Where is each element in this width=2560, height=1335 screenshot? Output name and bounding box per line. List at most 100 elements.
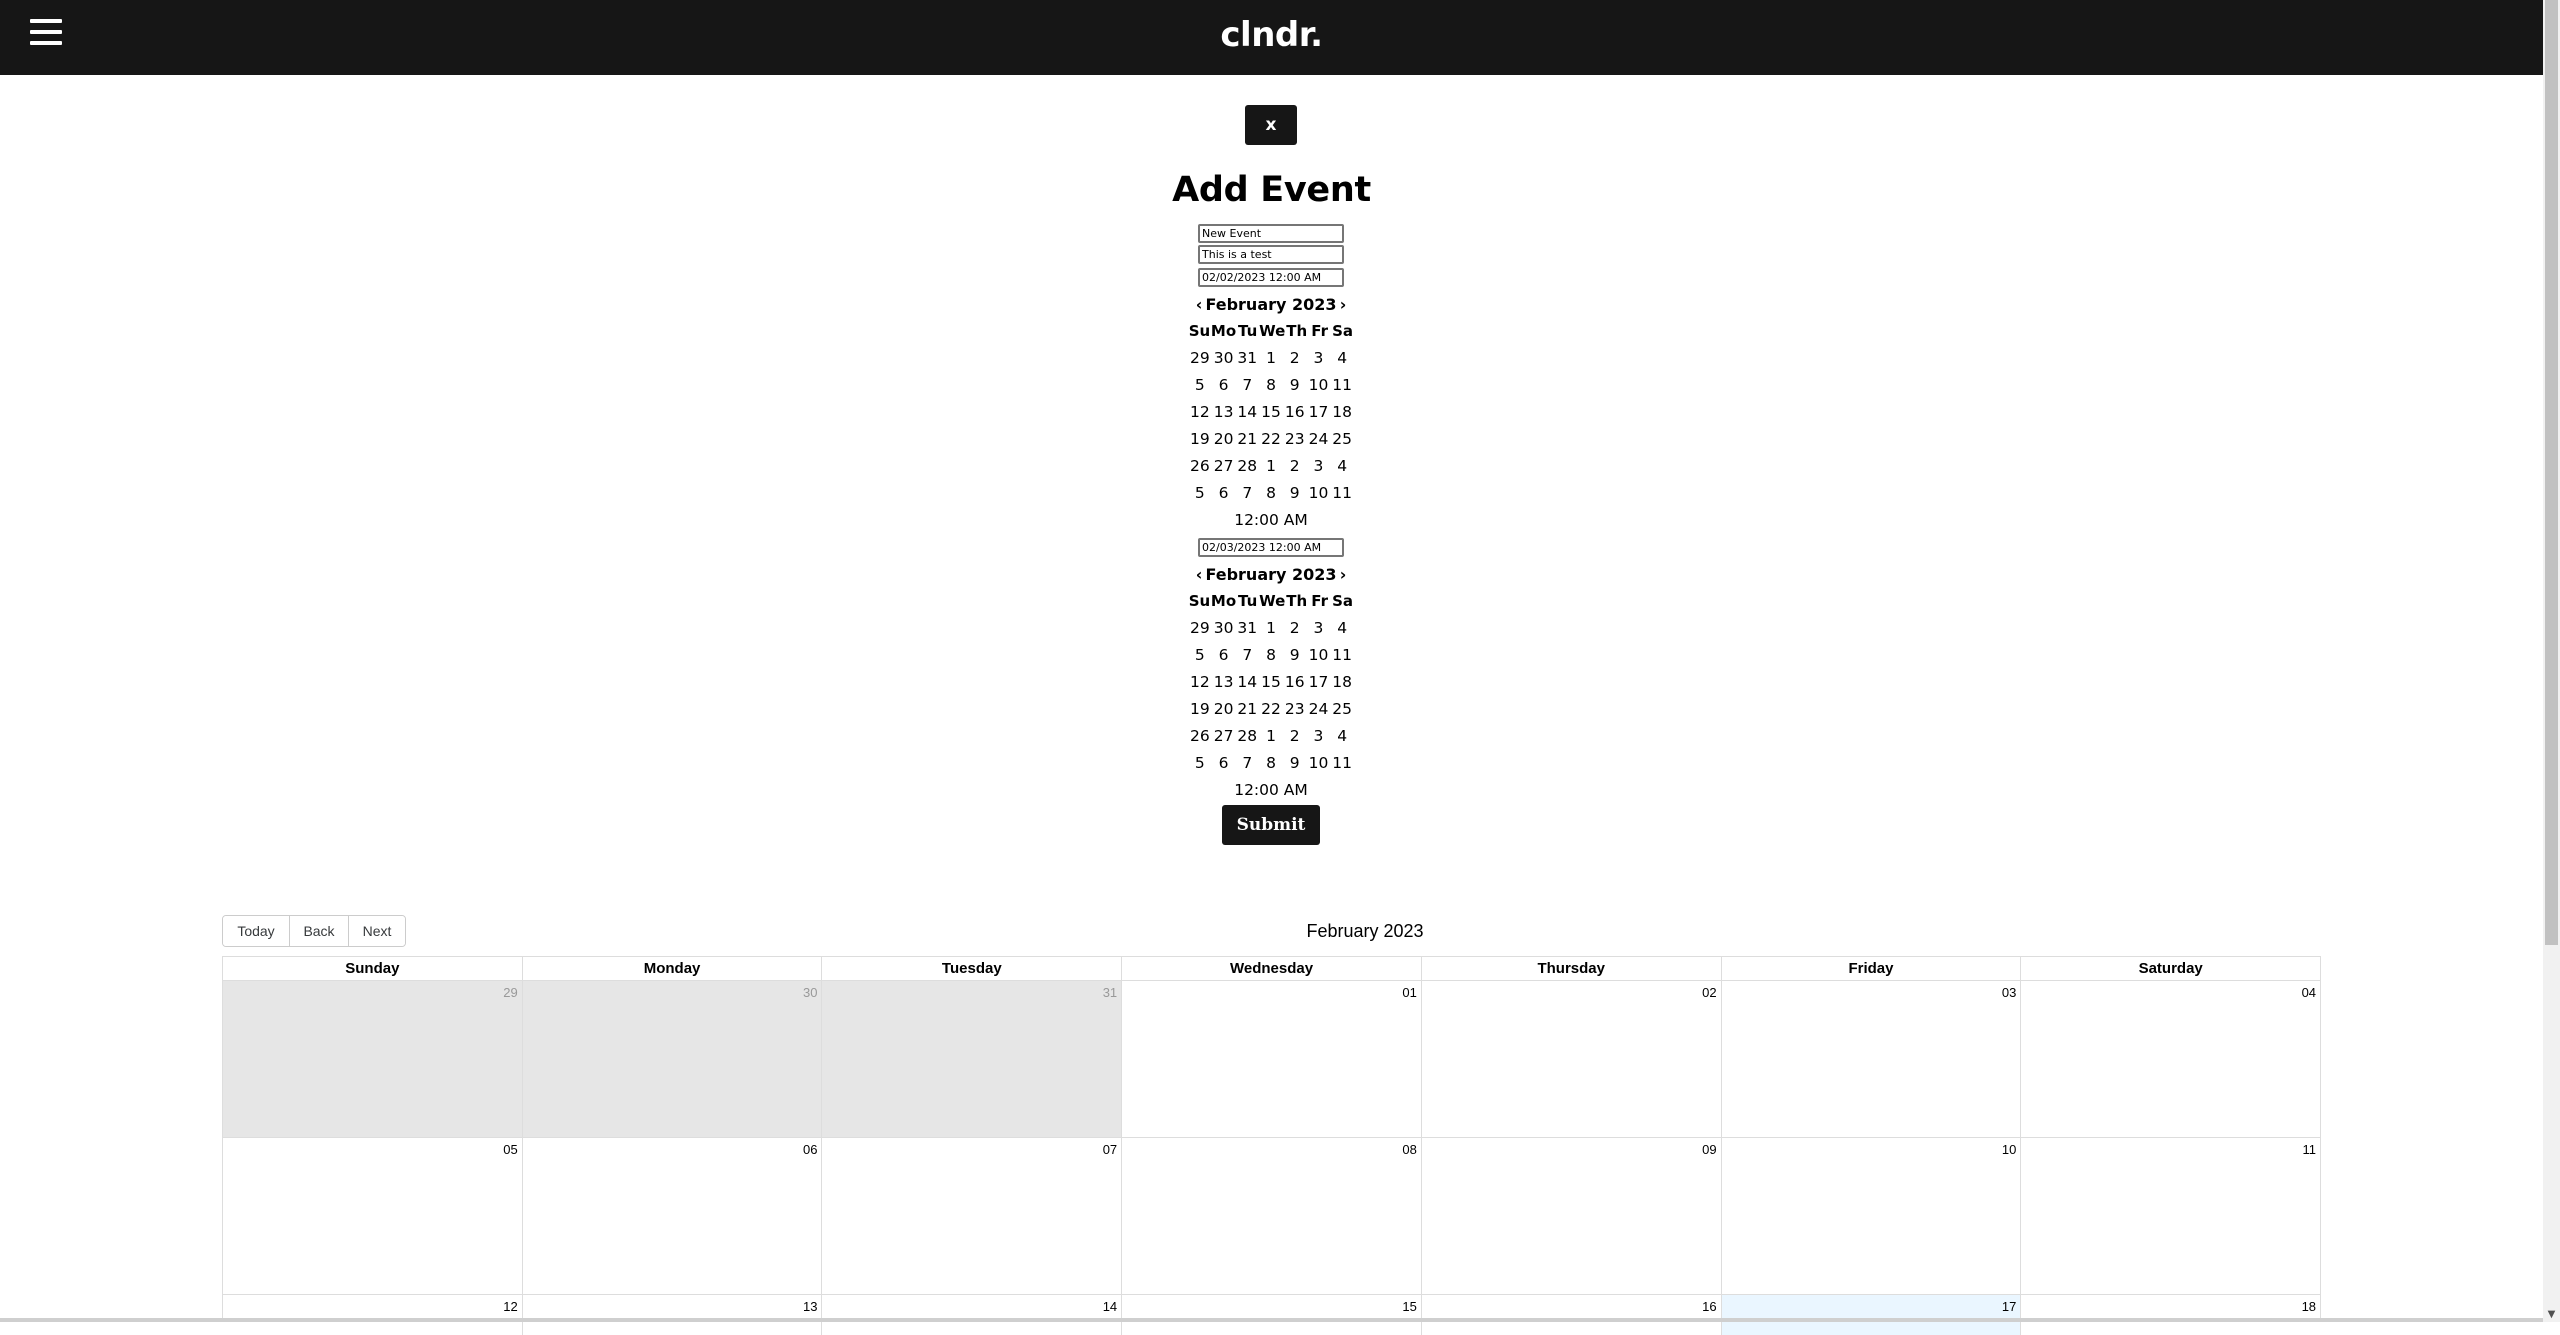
day-number[interactable]: 13	[803, 1299, 817, 1314]
picker-day[interactable]: 2	[1283, 615, 1307, 642]
picker-day[interactable]: 22	[1259, 696, 1283, 723]
picker-day[interactable]: 4	[1330, 615, 1354, 642]
picker-day[interactable]: 3	[1307, 345, 1331, 372]
close-form-button[interactable]: x	[1245, 105, 1297, 145]
day-number[interactable]: 03	[2002, 985, 2016, 1000]
day-cell[interactable]: 29	[223, 981, 522, 1137]
scroll-down-arrow-icon[interactable]: ▼	[2546, 1309, 2557, 1320]
day-number[interactable]: 09	[1702, 1142, 1716, 1157]
picker-day[interactable]: 3	[1307, 723, 1331, 750]
end-time-option[interactable]: 12:00 AM	[1188, 777, 1354, 804]
picker-day[interactable]: 7	[1235, 750, 1259, 777]
day-cell[interactable]: 16	[1420, 1295, 1721, 1335]
picker-day[interactable]: 2	[1283, 453, 1307, 480]
picker-day[interactable]: 5	[1188, 642, 1212, 669]
picker-day[interactable]: 9	[1283, 372, 1307, 399]
page-scrollbar[interactable]: ▼	[2543, 0, 2560, 1322]
picker-day[interactable]: 16	[1283, 669, 1307, 696]
day-number[interactable]: 10	[2002, 1142, 2016, 1157]
picker-day[interactable]: 8	[1259, 750, 1283, 777]
day-cell[interactable]: 06	[521, 1138, 822, 1294]
day-cell[interactable]: 13	[521, 1295, 822, 1335]
picker-day[interactable]: 24	[1307, 426, 1331, 453]
next-button[interactable]: Next	[348, 916, 405, 946]
picker-day[interactable]: 5	[1188, 750, 1212, 777]
picker-day[interactable]: 10	[1307, 642, 1331, 669]
picker-day[interactable]: 8	[1259, 480, 1283, 507]
picker-day[interactable]: 15	[1259, 399, 1283, 426]
picker-day[interactable]: 19	[1188, 696, 1212, 723]
picker-day[interactable]: 11	[1330, 750, 1354, 777]
day-number[interactable]: 17	[2002, 1299, 2016, 1314]
picker-day[interactable]: 7	[1235, 480, 1259, 507]
picker-day[interactable]: 1	[1259, 723, 1283, 750]
day-number[interactable]: 06	[803, 1142, 817, 1157]
picker-day[interactable]: 2	[1283, 345, 1307, 372]
brand-logo[interactable]: clndr.	[0, 12, 2543, 58]
day-cell[interactable]: 12	[223, 1295, 522, 1335]
picker-day[interactable]: 5	[1188, 480, 1212, 507]
day-cell[interactable]: 30	[521, 981, 822, 1137]
picker-day[interactable]: 23	[1283, 696, 1307, 723]
picker-day[interactable]: 6	[1212, 480, 1236, 507]
picker-day[interactable]: 13	[1212, 669, 1236, 696]
picker-day[interactable]: 29	[1188, 615, 1212, 642]
picker-day[interactable]: 25	[1330, 696, 1354, 723]
picker-day[interactable]: 8	[1259, 372, 1283, 399]
picker-day[interactable]: 18	[1330, 669, 1354, 696]
picker-day[interactable]: 7	[1235, 372, 1259, 399]
picker-day[interactable]: 16	[1283, 399, 1307, 426]
back-button[interactable]: Back	[289, 916, 348, 946]
picker-day[interactable]: 6	[1212, 642, 1236, 669]
day-cell[interactable]: 04	[2020, 981, 2321, 1137]
picker-day[interactable]: 14	[1235, 669, 1259, 696]
picker-day[interactable]: 30	[1212, 615, 1236, 642]
picker-day[interactable]: 29	[1188, 345, 1212, 372]
event-description-input[interactable]	[1198, 245, 1344, 264]
picker-day[interactable]: 10	[1307, 750, 1331, 777]
prev-month-button[interactable]: ‹	[1192, 561, 1206, 588]
picker-day[interactable]: 19	[1188, 426, 1212, 453]
picker-day[interactable]: 3	[1307, 453, 1331, 480]
picker-day[interactable]: 27	[1212, 723, 1236, 750]
day-cell[interactable]: 15	[1121, 1295, 1421, 1335]
picker-day[interactable]: 12	[1188, 669, 1212, 696]
picker-day[interactable]: 27	[1212, 453, 1236, 480]
day-number[interactable]: 04	[2302, 985, 2316, 1000]
picker-day[interactable]: 1	[1259, 345, 1283, 372]
picker-day[interactable]: 18	[1330, 399, 1354, 426]
day-number[interactable]: 31	[1103, 985, 1117, 1000]
day-number[interactable]: 02	[1702, 985, 1716, 1000]
picker-day[interactable]: 6	[1212, 750, 1236, 777]
day-cell[interactable]: 31	[821, 981, 1122, 1137]
day-cell[interactable]: 11	[2020, 1138, 2321, 1294]
picker-day[interactable]: 9	[1283, 642, 1307, 669]
picker-day[interactable]: 4	[1330, 453, 1354, 480]
picker-day[interactable]: 23	[1283, 426, 1307, 453]
day-number[interactable]: 30	[803, 985, 817, 1000]
day-number[interactable]: 12	[503, 1299, 517, 1314]
day-number[interactable]: 18	[2302, 1299, 2316, 1314]
picker-day[interactable]: 4	[1330, 723, 1354, 750]
submit-button[interactable]: Submit	[1222, 805, 1320, 845]
day-cell[interactable]: 02	[1420, 981, 1721, 1137]
picker-day[interactable]: 10	[1307, 372, 1331, 399]
picker-day[interactable]: 13	[1212, 399, 1236, 426]
day-cell[interactable]: 05	[223, 1138, 522, 1294]
day-cell[interactable]: 01	[1121, 981, 1421, 1137]
picker-day[interactable]: 11	[1330, 480, 1354, 507]
picker-day[interactable]: 20	[1212, 696, 1236, 723]
end-date-input[interactable]	[1198, 538, 1344, 557]
day-number[interactable]: 08	[1402, 1142, 1416, 1157]
picker-day[interactable]: 28	[1235, 723, 1259, 750]
picker-day[interactable]: 3	[1307, 615, 1331, 642]
picker-day[interactable]: 14	[1235, 399, 1259, 426]
picker-day[interactable]: 4	[1330, 345, 1354, 372]
prev-month-button[interactable]: ‹	[1192, 291, 1206, 318]
picker-day[interactable]: 17	[1307, 399, 1331, 426]
event-title-input[interactable]	[1198, 224, 1344, 243]
picker-day[interactable]: 11	[1330, 372, 1354, 399]
picker-day[interactable]: 25	[1330, 426, 1354, 453]
picker-day[interactable]: 11	[1330, 642, 1354, 669]
day-number[interactable]: 11	[2303, 1142, 2317, 1157]
